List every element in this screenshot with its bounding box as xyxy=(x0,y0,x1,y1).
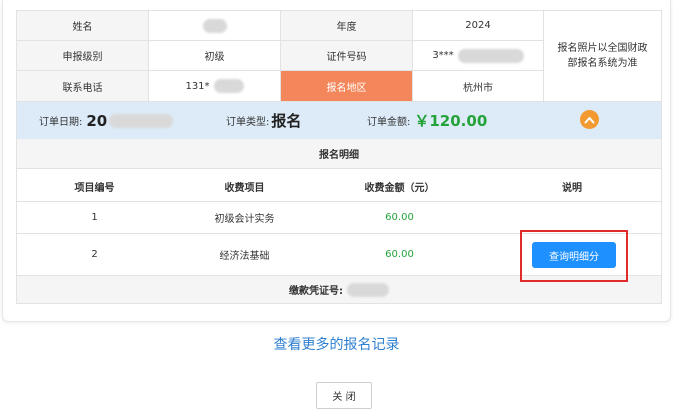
voucher-redacted xyxy=(347,282,389,297)
close-button[interactable]: 关 闭 xyxy=(316,382,372,409)
applicant-info-table: 姓名 年度 2024 申报级别 初级 证件号码 3*** 联系电话 131* 报… xyxy=(16,10,662,102)
registration-detail: 报名明细 项目编号 收费项目 收费金额（元） 说明 1 初级会计实务 60.00… xyxy=(16,139,662,304)
phone-value: 131* xyxy=(149,71,281,101)
order-date-value: 20 xyxy=(86,111,108,130)
id-redacted xyxy=(457,48,524,63)
year-value: 2024 xyxy=(413,11,544,41)
year-label: 年度 xyxy=(281,11,413,41)
region-label: 报名地区 xyxy=(281,71,413,101)
id-label: 证件号码 xyxy=(281,41,413,71)
order-summary-bar: 订单日期: 20 订单类型: 报名 订单金额: ￥120.00 xyxy=(16,102,662,139)
level-label: 申报级别 xyxy=(17,41,149,71)
order-amount-value: ￥120.00 xyxy=(414,112,488,130)
name-redacted xyxy=(202,18,227,33)
header-row-divider xyxy=(17,170,661,202)
detail-title: 报名明细 xyxy=(17,139,661,169)
name-label: 姓名 xyxy=(17,11,149,41)
row-item: 初级会计实务 xyxy=(214,214,275,225)
photo-note: 报名照片以全国财政部报名系统为准 xyxy=(557,43,648,69)
order-type-label: 订单类型: xyxy=(226,117,270,128)
name-value xyxy=(149,11,281,41)
order-type: 订单类型: 报名 xyxy=(226,102,301,139)
chevron-up-icon xyxy=(584,116,595,123)
more-records-link[interactable]: 查看更多的报名记录 xyxy=(0,334,673,354)
collapse-toggle-button[interactable] xyxy=(580,110,599,129)
id-value: 3*** xyxy=(413,41,544,71)
row-no: 1 xyxy=(91,212,98,223)
order-date-label: 订单日期: xyxy=(39,117,83,128)
row-no: 2 xyxy=(91,249,98,260)
order-date: 订单日期: 20 xyxy=(39,102,174,139)
phone-label: 联系电话 xyxy=(17,71,149,101)
order-type-value: 报名 xyxy=(271,112,302,130)
voucher-label: 缴款凭证号: xyxy=(289,286,343,297)
region-value: 杭州市 xyxy=(413,71,544,101)
registration-card: 姓名 年度 2024 申报级别 初级 证件号码 3*** 联系电话 131* 报… xyxy=(2,0,671,322)
row-item: 经济法基础 xyxy=(219,251,270,262)
table-row: 1 初级会计实务 60.00 xyxy=(17,202,661,234)
id-value-text: 3*** xyxy=(432,50,454,61)
query-detail-button[interactable]: 查询明细分 xyxy=(532,242,616,268)
row-amount: 60.00 xyxy=(385,249,414,260)
order-date-redacted xyxy=(109,113,174,128)
phone-value-text: 131* xyxy=(185,80,210,92)
order-amount: 订单金额: ￥120.00 xyxy=(367,102,487,139)
payment-voucher: 缴款凭证号: xyxy=(17,276,661,303)
phone-redacted xyxy=(213,79,244,93)
order-amount-label: 订单金额: xyxy=(367,117,411,128)
row-amount: 60.00 xyxy=(385,212,414,223)
level-value: 初级 xyxy=(149,41,281,71)
